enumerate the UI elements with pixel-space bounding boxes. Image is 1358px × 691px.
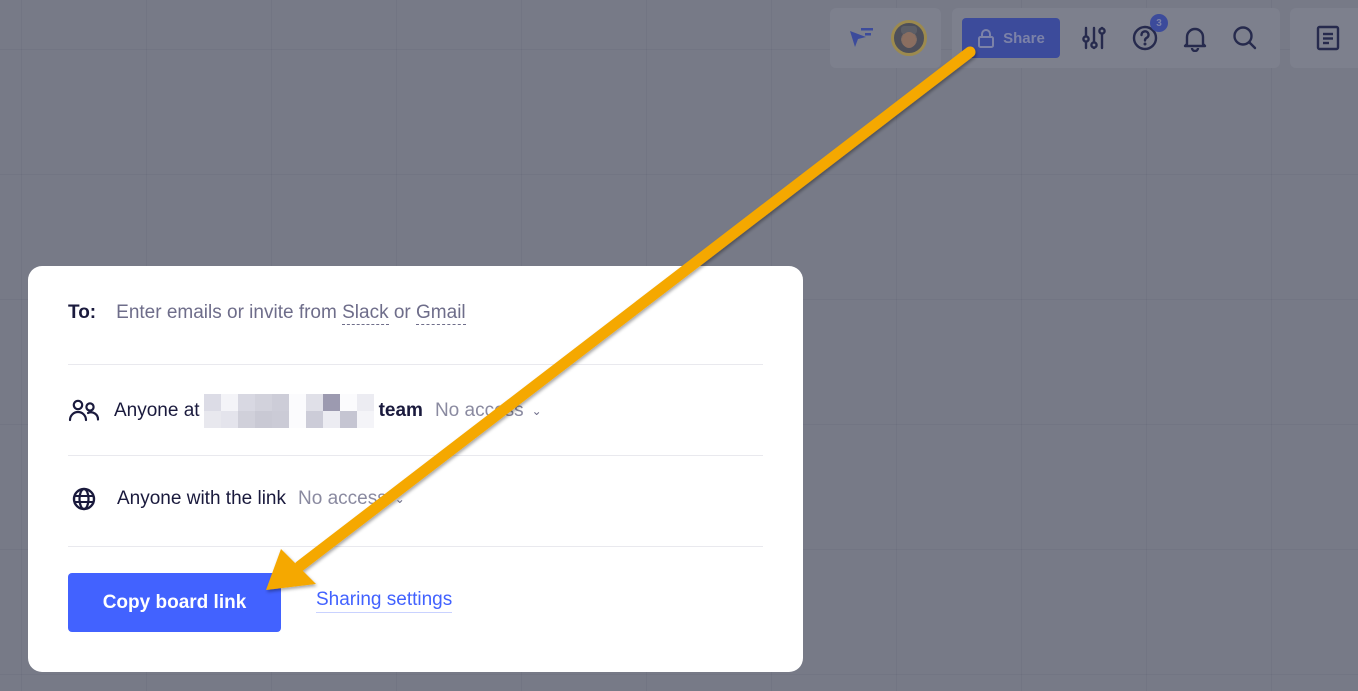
bell-icon	[1183, 27, 1207, 52]
sharing-settings-link[interactable]: Sharing settings	[316, 589, 453, 613]
to-label: To:	[68, 302, 97, 323]
team-access-value: No access	[434, 400, 524, 421]
link-access-dropdown[interactable]: No access ⌄	[298, 488, 405, 510]
team-access-row: Anyone at team No access ⌄	[68, 394, 763, 428]
settings-sliders-icon	[1082, 26, 1106, 50]
help-button[interactable]: 3	[1128, 14, 1168, 55]
cursor-filter-button[interactable]	[844, 21, 878, 55]
search-icon	[1233, 26, 1257, 50]
notes-icon	[1316, 25, 1340, 51]
link-access-value: No access	[298, 488, 387, 509]
settings-button[interactable]	[1078, 21, 1112, 55]
cursor-filter-icon	[850, 28, 873, 47]
link-access-row: Anyone with the link No access ⌄	[68, 486, 763, 512]
redacted-team-name	[203, 394, 374, 428]
share-dialog: To: Enter emails or invite from Slack or…	[28, 266, 803, 672]
avatar-photo-icon	[901, 26, 917, 48]
copy-board-link-button[interactable]: Copy board link	[68, 573, 281, 632]
collaborators-panel	[830, 8, 941, 68]
team-access-dropdown[interactable]: No access ⌄	[435, 400, 542, 422]
share-button[interactable]: Share	[962, 18, 1060, 58]
gmail-link[interactable]: Gmail	[416, 302, 466, 325]
main-toolbar: Share 3	[952, 8, 1280, 68]
divider	[68, 455, 763, 456]
slack-link[interactable]: Slack	[342, 302, 389, 325]
invite-input[interactable]: Enter emails or invite from Slack or Gma…	[116, 302, 466, 325]
share-label: Share	[1003, 29, 1045, 47]
search-button[interactable]	[1228, 21, 1262, 55]
team-prefix: Anyone at	[114, 400, 200, 421]
notifications-button[interactable]	[1178, 21, 1212, 55]
link-label: Anyone with the link	[117, 488, 286, 509]
team-users-icon	[68, 399, 100, 422]
invite-row: To: Enter emails or invite from Slack or…	[68, 302, 763, 325]
avatar[interactable]	[891, 20, 927, 56]
divider	[68, 546, 763, 547]
lock-icon	[978, 29, 995, 48]
invite-placeholder: Enter emails or invite from	[116, 302, 343, 323]
notes-panel	[1290, 8, 1358, 68]
chevron-down-icon: ⌄	[531, 404, 542, 418]
chevron-down-icon: ⌄	[394, 492, 405, 506]
help-badge: 3	[1150, 14, 1168, 32]
or-text: or	[388, 302, 417, 323]
divider	[68, 364, 763, 365]
notes-button[interactable]	[1311, 21, 1345, 55]
team-suffix: team	[378, 400, 423, 421]
globe-icon	[72, 487, 96, 511]
